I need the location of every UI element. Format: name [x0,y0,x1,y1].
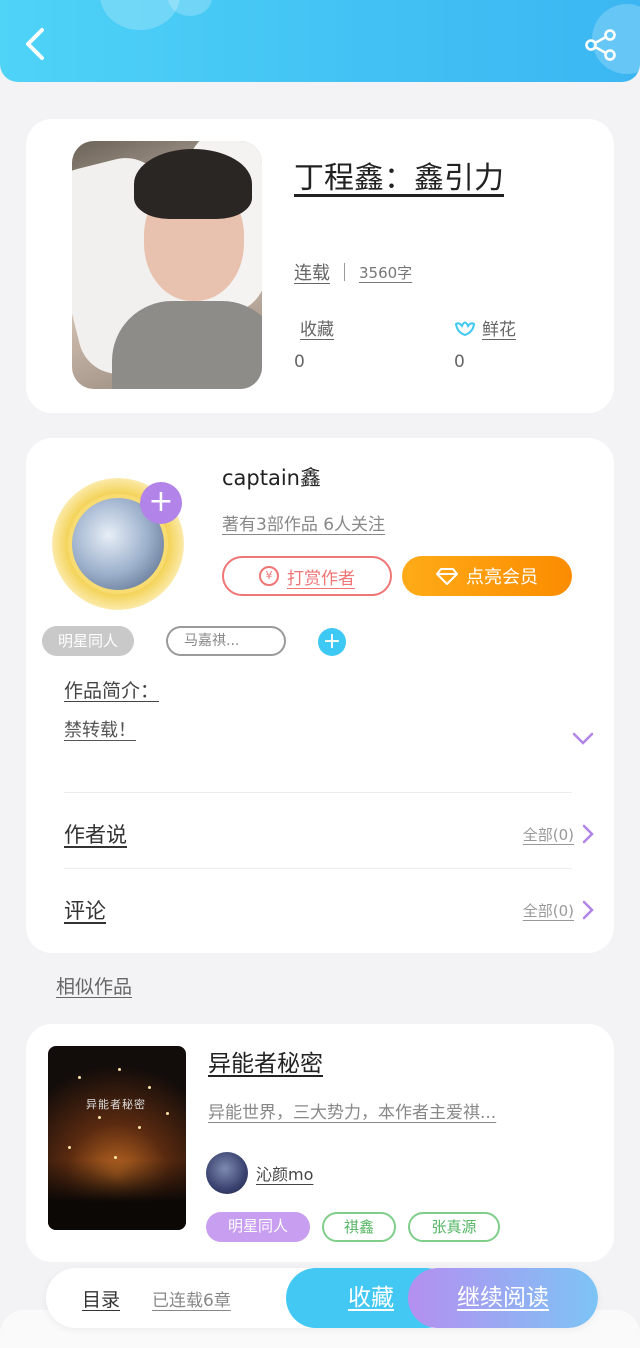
book-info-card: 丁程鑫：鑫引力 连载 3560字 收藏 0 鲜花 0 [26,119,614,413]
author-card: + captain鑫 著有3部作品 6人关注 ¥ 打赏作者 点亮会员 明星同人 … [26,438,614,953]
intro-title: 作品简介： [64,680,160,702]
back-arrow-icon[interactable] [18,22,54,62]
top-bar [0,0,640,82]
tip-author-label: 打赏作者 [287,568,355,589]
tag-celebrity-fanfic[interactable]: 明星同人 [42,626,135,656]
divider [64,792,572,793]
chevron-right-icon [582,900,594,920]
author-says-count: 全部(0) [522,825,574,844]
chevron-right-icon [582,824,594,844]
comments-row[interactable]: 评论 全部(0) [64,890,594,930]
chevron-down-icon[interactable] [572,732,594,746]
similar-work-card[interactable]: 异能者秘密 异能者秘密 异能世界，三大势力，本作者主爱祺... 沁颜mo 明星同… [26,1024,614,1262]
similar-tag-character[interactable]: 张真源 [408,1212,500,1242]
divider [64,868,572,869]
intro-text: 禁转载！ [64,720,136,741]
word-count: 3560字 [359,263,413,282]
book-title: 丁程鑫：鑫引力 [294,161,504,196]
cover-overlay-text: 异能者秘密 [86,1098,146,1111]
author-says-row[interactable]: 作者说 全部(0) [64,814,594,854]
activate-vip-label: 点亮会员 [466,567,538,588]
yen-icon: ¥ [259,566,279,586]
chapter-status: 已连载6章 [152,1291,231,1311]
tag-character[interactable]: 马嘉祺... [166,626,286,656]
separator [344,263,345,281]
flowers-count: 0 [454,352,465,372]
decor-bubble [100,0,180,30]
comments-meta: 全部(0) [523,900,594,921]
similar-section-title: 相似作品 [56,976,133,998]
table-of-contents-button[interactable]: 目录 [82,1285,120,1312]
add-tag-button[interactable]: + [318,628,346,656]
similar-work-title[interactable]: 异能者秘密 [208,1044,323,1078]
decor-bubble [168,0,212,16]
comments-count: 全部(0) [522,901,574,920]
similar-tag-genre[interactable]: 明星同人 [206,1212,310,1242]
similar-tag-pairing[interactable]: 祺鑫 [322,1212,396,1242]
author-says-meta: 全部(0) [523,824,594,845]
similar-work-cover: 异能者秘密 [48,1046,186,1230]
author-says-label: 作者说 [64,823,127,847]
follow-author-button[interactable]: + [140,482,182,524]
favorites-count: 0 [294,352,305,372]
continue-reading-button[interactable]: 继续阅读 [408,1268,598,1328]
bottom-action-bar: 目录 已连载6章 收藏 继续阅读 [46,1268,598,1328]
book-status-row: 连载 3560字 [294,259,412,285]
favorites-stat: 收藏 0 [294,315,334,372]
favorites-label: 收藏 [300,320,334,340]
flower-icon [454,321,476,337]
similar-author-avatar [206,1152,248,1194]
activate-vip-button[interactable]: 点亮会员 [402,556,572,596]
similar-work-description: 异能世界，三大势力，本作者主爱祺... [208,1103,497,1123]
flowers-stat[interactable]: 鲜花 0 [454,315,516,372]
similar-author-name: 沁颜mo [256,1165,314,1184]
comments-label: 评论 [64,899,106,923]
book-cover-image [72,141,262,389]
share-icon[interactable] [584,28,618,62]
author-summary: 著有3部作品 6人关注 [222,515,386,535]
tip-author-button[interactable]: ¥ 打赏作者 [222,556,392,596]
author-name[interactable]: captain鑫 [222,462,321,492]
diamond-icon [436,568,458,585]
similar-work-author[interactable]: 沁颜mo [206,1152,313,1194]
flowers-label: 鲜花 [482,320,516,340]
serial-status: 连载 [294,263,330,284]
